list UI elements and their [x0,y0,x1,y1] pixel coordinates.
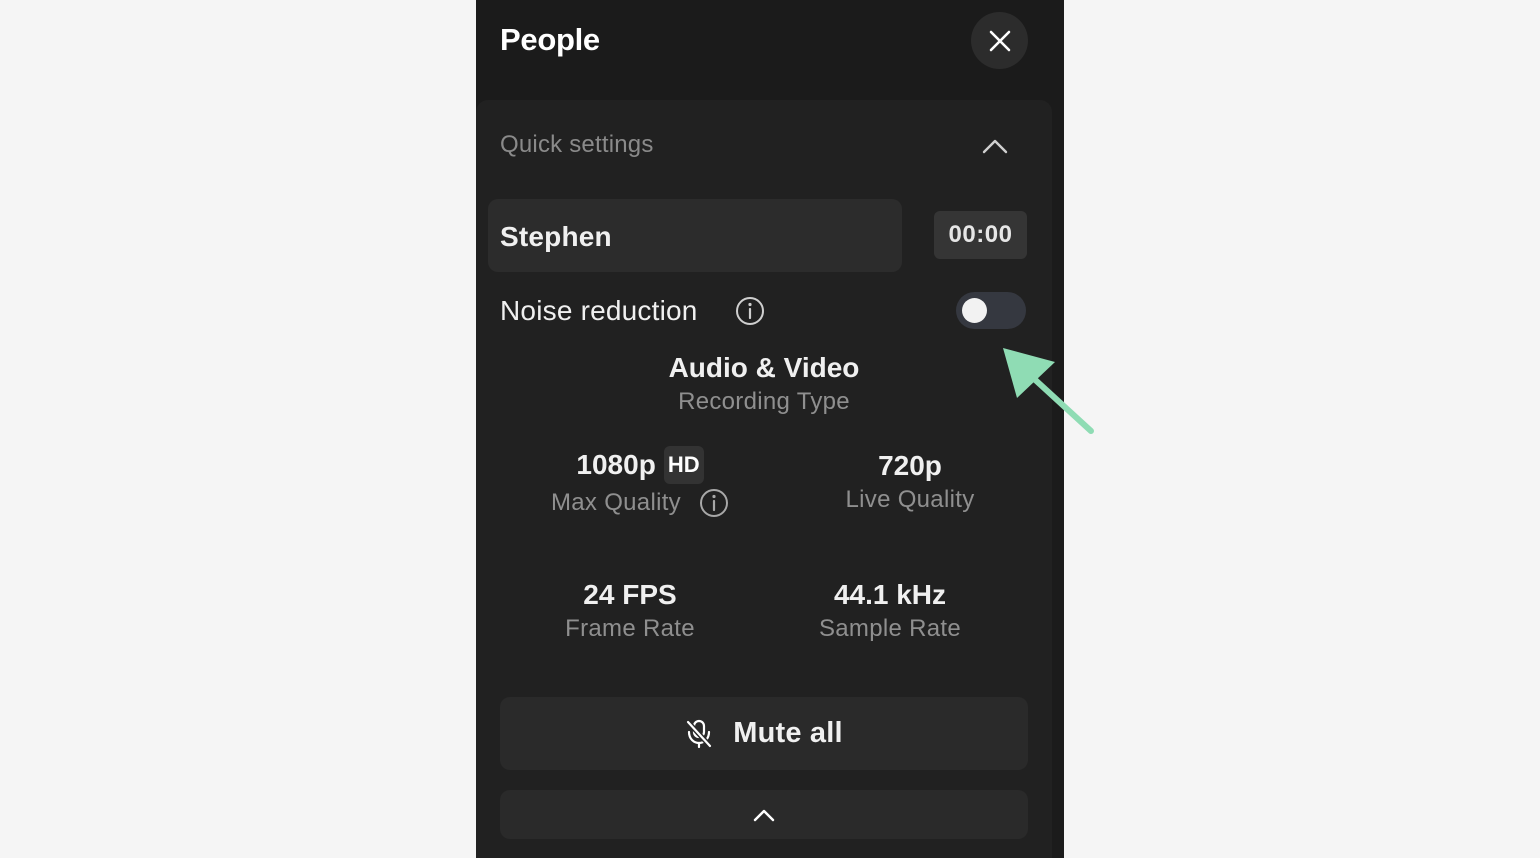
quick-settings-card: Quick settings Stephen 00:00 Noise reduc… [476,100,1052,858]
hd-badge: HD [663,446,704,484]
noise-reduction-label: Noise reduction [500,295,698,326]
recording-timer: 00:00 [934,211,1027,259]
annotation-arrow-icon [1003,348,1094,434]
frame-rate-stat: 24 FPS Frame Rate [530,579,730,643]
chevron-up-icon [982,139,1008,154]
panel-title: People [500,22,600,57]
chevron-up-icon [753,809,775,821]
max-quality-label-row: Max Quality [520,488,760,518]
people-panel: People Quick settings Stephen 00:00 Nois… [476,0,1064,858]
info-icon[interactable] [735,296,765,326]
toggle-knob [962,298,987,323]
live-quality-value: 720p [878,450,942,481]
max-quality-value-row: 1080p HD [520,446,760,484]
sample-rate-stat: 44.1 kHz Sample Rate [790,579,990,643]
mute-all-label: Mute all [733,717,843,749]
live-quality-stat: 720p Live Quality [810,450,1010,514]
mic-off-icon [686,719,713,748]
participant-name-field[interactable]: Stephen [488,199,902,272]
participant-name: Stephen [500,221,612,252]
max-quality-label: Max Quality [550,489,681,516]
quick-settings-collapse-button[interactable] [980,134,1010,158]
info-icon[interactable] [699,488,729,518]
noise-reduction-toggle[interactable] [956,292,1026,329]
quick-settings-label: Quick settings [500,131,654,158]
max-quality-value: 1080p [576,449,656,480]
frame-rate-label: Frame Rate [565,615,695,642]
sample-rate-value: 44.1 kHz [833,579,947,610]
sample-rate-label: Sample Rate [818,615,962,642]
close-button[interactable] [971,12,1028,69]
expand-button[interactable] [500,790,1028,839]
frame-rate-value: 24 FPS [583,579,677,610]
recording-type-value: Audio & Video [668,352,860,383]
max-quality-stat: 1080p HD Max Quality [520,446,760,518]
mute-all-button[interactable]: Mute all [500,697,1028,770]
recording-type-stat: Audio & Video Recording Type [614,352,914,416]
close-icon [989,30,1010,51]
live-quality-label: Live Quality [845,486,975,513]
recording-type-label: Recording Type [678,388,850,415]
